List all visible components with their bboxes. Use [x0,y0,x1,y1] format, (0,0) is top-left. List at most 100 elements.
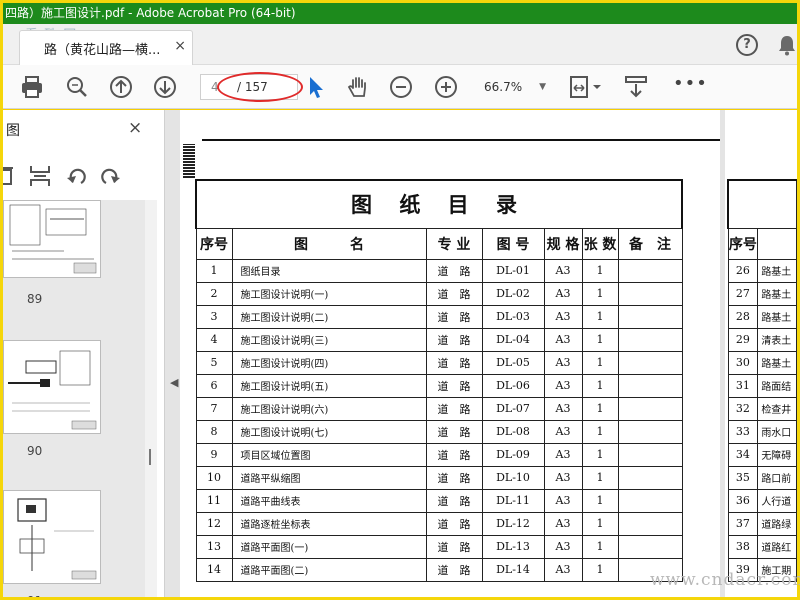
table-row: 31 路面结 [727,373,797,398]
table-row: 7 施工图设计说明(六) 道 路 DL-07 A3 1 [195,396,683,421]
table-cell [617,488,683,513]
table-cell: 31 [727,373,759,398]
table-cell: 施工图设计说明(四) [231,350,427,375]
table-cell: A3 [543,465,583,490]
table-cell: 37 [727,511,759,536]
panel-scrollbar[interactable] [145,200,157,597]
table-cell: 1 [581,281,619,306]
table-cell: 3 [195,304,233,329]
table-cell: 1 [581,373,619,398]
document-view[interactable]: ◀ 图 纸 目 录 序号图 名专 业图 号规 格张 数备 注 1 图纸目录道 路D… [165,110,797,597]
notification-bell-icon[interactable] [778,34,796,56]
rotate-right-icon[interactable] [101,168,120,184]
table-cell: 道路平纵缩图 [231,465,427,490]
table-cell: 检查井 [757,396,797,421]
table-cell: 9 [195,442,233,467]
column-header: 规 格 [543,227,583,260]
table-cell: DL-08 [481,419,545,444]
table-cell: 道 路 [425,488,483,513]
table-cell [617,419,683,444]
table-cell: 26 [727,258,759,283]
zoom-out-icon[interactable] [388,74,414,100]
drawing-catalog-table: 图 纸 目 录 序号图 名专 业图 号规 格张 数备 注 1 图纸目录道 路 DL-… [195,179,683,582]
table-cell: DL-05 [481,350,545,375]
table-row: 11 道路平曲线表道 路 DL-11 A3 1 [195,488,683,513]
zoom-dropdown[interactable]: 66.7% ▼ [478,74,550,100]
table-cell: 道 路 [425,419,483,444]
panel-close-icon[interactable]: × [128,118,142,138]
table-cell: 1 [581,511,619,536]
print-icon[interactable] [19,74,45,100]
scrollbar-thumb[interactable] [149,449,151,465]
tab-bar: 看 殊 网 路（黄花山路—横... × ? [3,24,797,65]
select-cursor-icon[interactable] [304,74,330,100]
thumbnail-page-number: 91 [27,594,42,597]
extract-page-icon[interactable] [30,166,50,186]
column-header: 张 数 [581,227,619,260]
table-cell: 6 [195,373,233,398]
collapse-panel-icon[interactable]: ◀ [170,376,178,389]
page-fit-icon[interactable] [568,74,604,100]
table-cell: 道 路 [425,281,483,306]
table-cell: 道路平面图(一) [231,534,427,559]
thumbnail-page-number: 89 [27,292,43,306]
zoom-in-icon[interactable] [433,74,459,100]
table-cell: 1 [581,465,619,490]
table-cell: 11 [195,488,233,513]
scroll-mode-icon[interactable] [623,74,649,100]
column-header: 序号 [727,227,759,260]
title-bar: 四路）施工图设计.pdf - Adobe Acrobat Pro (64-bit… [3,3,797,24]
page-thumbnail[interactable] [3,200,101,278]
table-cell: DL-07 [481,396,545,421]
table-row: 34 无障碍 [727,442,797,467]
page-thumbnails-panel: 图 × 89 90 [3,110,165,597]
table-cell: 道路逐桩坐标表 [231,511,427,536]
table-cell: DL-03 [481,304,545,329]
help-icon[interactable]: ? [736,34,758,56]
table-cell [617,442,683,467]
table-cell: 14 [195,557,233,582]
table-cell: DL-09 [481,442,545,467]
column-header: 专 业 [425,227,483,260]
previous-page-icon[interactable] [108,74,134,100]
toolbar: 4 / 157 66.7% ▼ ••• [3,65,797,109]
table-cell: 施工图设计说明(二) [231,304,427,329]
table-cell: 1 [581,534,619,559]
next-page-icon[interactable] [152,74,178,100]
table-row: 35 路口前 [727,465,797,490]
table-row: 27 路基土 [727,281,797,306]
qr-code [183,144,195,178]
table-cell: 4 [195,327,233,352]
table-cell: DL-11 [481,488,545,513]
table-cell: 1 [581,396,619,421]
table-cell: 道 路 [425,350,483,375]
delete-page-icon[interactable] [3,167,13,185]
table-cell: 29 [727,327,759,352]
table-cell [617,534,683,559]
table-cell: 清表土 [757,327,797,352]
table-cell: 13 [195,534,233,559]
more-options-icon[interactable]: ••• [673,73,708,94]
table-cell: 路基土 [757,350,797,375]
pdf-page: 图 纸 目 录 序号图 名专 业图 号规 格张 数备 注 1 图纸目录道 路 DL-… [180,110,720,597]
zoom-search-icon[interactable] [64,74,90,100]
table-cell: 35 [727,465,759,490]
hand-tool-icon[interactable] [345,74,371,100]
table-row: 26 路基土 [727,258,797,283]
table-cell: 38 [727,534,759,559]
table-cell: 道路平面图(二) [231,557,427,582]
rotate-left-icon[interactable] [67,168,86,184]
table-cell: 1 [195,258,233,283]
page-thumbnail[interactable] [3,490,101,584]
table-cell: A3 [543,419,583,444]
page-thumbnail[interactable] [3,340,101,434]
catalog-title: 图 纸 目 录 [195,179,683,229]
table-row: 2 施工图设计说明(一) 道 路 DL-02 A3 1 [195,281,683,306]
table-cell: 路面结 [757,373,797,398]
table-cell: 12 [195,511,233,536]
table-cell: 图纸目录 [231,258,427,283]
tab-close-icon[interactable]: × [174,38,186,54]
document-tab[interactable]: 路（黄花山路—横... × [19,30,193,65]
table-cell: A3 [543,350,583,375]
zoom-value: 66.7% [484,80,523,94]
